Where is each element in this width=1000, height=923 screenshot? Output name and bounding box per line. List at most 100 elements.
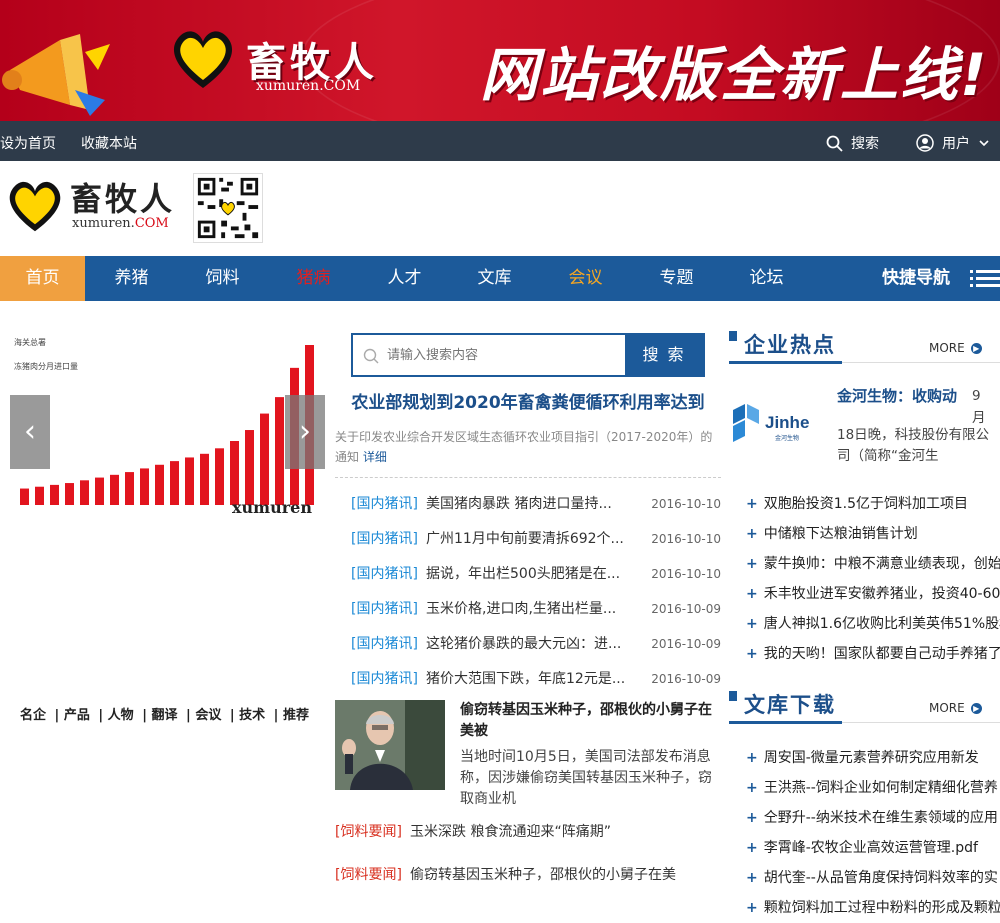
cat-link-people[interactable]: 人物 (108, 708, 134, 723)
nav-item-feed[interactable]: 饲料 (177, 256, 268, 301)
news-tag[interactable]: [国内猪讯] (351, 487, 426, 522)
news-list: [国内猪讯] 美国猪肉暴跌 猪肉进口量持... 2016-10-10 [国内猪讯] 广… (351, 487, 721, 697)
cat-link-products[interactable]: 产品 (64, 708, 90, 723)
slider-bar (50, 484, 59, 505)
section-underline (729, 721, 842, 724)
list-item[interactable]: 中储粮下达粮油销售计划 (746, 519, 1000, 549)
news-tag[interactable]: [国内猪讯] (351, 662, 426, 697)
site-logo-cn: 畜牧人 (70, 179, 176, 218)
news-item[interactable]: [国内猪讯] 猪价大范围下跌，年底12元是... 2016-10-09 (351, 662, 721, 697)
enterprise-lead-extra: 9月 (972, 388, 986, 426)
list-item[interactable]: 李霄峰-农牧企业高效运营管理.pdf (746, 833, 1000, 863)
news-tag[interactable]: [国内猪讯] (351, 592, 426, 627)
slider-bar (35, 486, 44, 505)
more-link[interactable]: MORE ▶ (929, 701, 982, 715)
slider-image: 海关总署 冻猪肉分月进口量 xumuren (10, 333, 325, 530)
list-item[interactable]: 蒙牛换帅：中粮不满意业绩表现，创始 (746, 549, 1000, 579)
feed-news-title[interactable]: 玉米深跌 粮食流通迎来“阵痛期” (410, 815, 611, 858)
nav-item-library[interactable]: 文库 (449, 256, 540, 301)
list-item[interactable]: 王洪燕--饲料企业如何制定精细化营养 (746, 773, 1000, 803)
promo-banner[interactable]: 畜牧人 xumuren.COM 网站改版全新上线! (0, 0, 1000, 121)
cat-link-translation[interactable]: 翻译 (151, 708, 177, 723)
news-item[interactable]: [国内猪讯] 这轮猪价暴跌的最大元凶：进... 2016-10-09 (351, 627, 721, 662)
news-item[interactable]: [国内猪讯] 玉米价格,进口肉,生猪出栏量... 2016-10-09 (351, 592, 721, 627)
jinhe-logo: Jinhe 金河生物 (733, 404, 809, 442)
set-home-link[interactable]: 设为首页 (0, 133, 56, 153)
feature-photo[interactable] (335, 700, 445, 790)
news-item[interactable]: [国内猪讯] 广州11月中旬前要清拆692个... 2016-10-10 (351, 522, 721, 557)
slider-next-button[interactable]: › (285, 395, 325, 469)
slider-prev-button[interactable]: ‹ (10, 395, 50, 469)
slider-bar (65, 483, 74, 505)
news-tag[interactable]: [国内猪讯] (351, 627, 426, 662)
nav-item-pig-disease[interactable]: 猪病 (268, 256, 359, 301)
nav-item-pig-farming[interactable]: 养猪 (86, 256, 177, 301)
list-item[interactable]: 周安国-微量元素营养研究应用新发 (746, 743, 1000, 773)
nav-item-forum[interactable]: 论坛 (721, 256, 812, 301)
bookmark-link[interactable]: 收藏本站 (81, 133, 137, 153)
slider-bar (200, 453, 209, 505)
site-logo[interactable]: 畜牧人 xumuren.COM (4, 179, 175, 233)
feed-news-item[interactable]: [饲料要闻] 偷窃转基因玉米种子，邵根伙的小舅子在美 (335, 858, 721, 901)
section-flag-icon (729, 691, 737, 701)
feature-title[interactable]: 偷窃转基因玉米种子，邵根伙的小舅子在美被 (460, 700, 722, 742)
nav-item-talent[interactable]: 人才 (359, 256, 450, 301)
menu-icon[interactable] (970, 269, 1000, 289)
news-title[interactable]: 玉米价格,进口肉,生猪出栏量... (426, 592, 646, 627)
feed-news-item[interactable]: [饲料要闻] 玉米深跌 粮食流通迎来“阵痛期” (335, 815, 721, 858)
list-item[interactable]: 仝野升--纳米技术在维生素领域的应用 (746, 803, 1000, 833)
slider-bar (260, 413, 269, 505)
cat-link-conference[interactable]: 会议 (195, 708, 221, 723)
megaphone-icon (2, 34, 110, 116)
nav-item-topics[interactable]: 专题 (631, 256, 722, 301)
section-header-enterprise-hot: 企业热点 MORE ▶ (729, 331, 1000, 364)
news-title[interactable]: 这轮猪价暴跌的最大元凶：进... (426, 627, 646, 662)
news-date: 2016-10-10 (651, 532, 721, 546)
nav-item-home[interactable]: 首页 (0, 256, 85, 301)
list-item[interactable]: 我的天哟！国家队都要自己动手养猪了 (746, 639, 1000, 669)
enterprise-lead-title[interactable]: 金河生物：收购动 (837, 385, 957, 406)
search-button[interactable]: 搜 索 (625, 335, 703, 375)
list-item[interactable]: 禾丰牧业进军安徽养猪业，投资40-60 (746, 579, 1000, 609)
slider-bar (275, 397, 284, 505)
search-input[interactable] (387, 345, 617, 365)
search-link[interactable]: 搜索 (826, 133, 879, 153)
section-header-library: 文库下载 MORE ▶ (729, 691, 1000, 724)
list-item[interactable]: 双胞胎投资1.5亿于饲料加工项目 (746, 489, 1000, 519)
cat-link-famous-companies[interactable]: 名企 (20, 708, 46, 723)
list-item[interactable]: 颗粒饲料加工过程中粉料的形成及颗粒 (746, 893, 1000, 923)
cat-link-technology[interactable]: 技术 (239, 708, 265, 723)
news-title[interactable]: 广州11月中旬前要清拆692个... (426, 522, 646, 557)
slider-bar (110, 474, 119, 505)
news-item[interactable]: [国内猪讯] 美国猪肉暴跌 猪肉进口量持... 2016-10-10 (351, 487, 721, 522)
user-menu[interactable]: 用户 (916, 133, 990, 153)
cat-link-recommend[interactable]: 推荐 (283, 708, 309, 723)
list-item[interactable]: 唐人神拟1.6亿收购比利美英伟51%股权 (746, 609, 1000, 639)
slider-bar (125, 472, 134, 505)
list-item[interactable]: 胡代奎--从品管角度保持饲料效率的实 (746, 863, 1000, 893)
enterprise-lead-story[interactable]: Jinhe 金河生物 金河生物：收购动 9月 18日晚，科技股份有限公司（简称“… (729, 382, 1000, 472)
more-link[interactable]: MORE ▶ (929, 341, 982, 355)
news-item[interactable]: [国内猪讯] 据说，年出栏500头肥猪是在... 2016-10-10 (351, 557, 721, 592)
news-tag[interactable]: [国内猪讯] (351, 522, 426, 557)
feed-news-tag[interactable]: [饲料要闻] (335, 815, 410, 858)
quick-nav-label[interactable]: 快捷导航 (882, 256, 950, 301)
news-title[interactable]: 美国猪肉暴跌 猪肉进口量持... (426, 487, 646, 522)
feature-story[interactable]: 偷窃转基因玉米种子，邵根伙的小舅子在美被 当地时间10月5日，美国司法部发布消息… (335, 700, 722, 807)
feed-news-title[interactable]: 偷窃转基因玉米种子，邵根伙的小舅子在美 (410, 858, 676, 901)
enterprise-hot-list: 双胞胎投资1.5亿于饲料加工项目 中储粮下达粮油销售计划 蒙牛换帅：中粮不满意业… (746, 489, 1000, 669)
heart-logo-icon (9, 181, 61, 232)
slider-bar (95, 477, 104, 505)
person-photo-icon (335, 700, 445, 790)
feed-news-tag[interactable]: [饲料要闻] (335, 858, 410, 901)
nav-item-conference[interactable]: 会议 (540, 256, 631, 301)
news-title[interactable]: 据说，年出栏500头肥猪是在... (426, 557, 646, 592)
news-date: 2016-10-09 (651, 602, 721, 616)
section-underline (729, 361, 842, 364)
news-tag[interactable]: [国内猪讯] (351, 557, 426, 592)
headline-title[interactable]: 农业部规划到2020年畜禽粪便循环利用率达到 (335, 394, 721, 413)
news-title[interactable]: 猪价大范围下跌，年底12元是... (426, 662, 646, 697)
headline-more-link[interactable]: 详细 (363, 450, 387, 464)
slider-bar (185, 457, 194, 505)
image-slider[interactable]: 海关总署 冻猪肉分月进口量 xumuren ‹ › (10, 333, 325, 530)
